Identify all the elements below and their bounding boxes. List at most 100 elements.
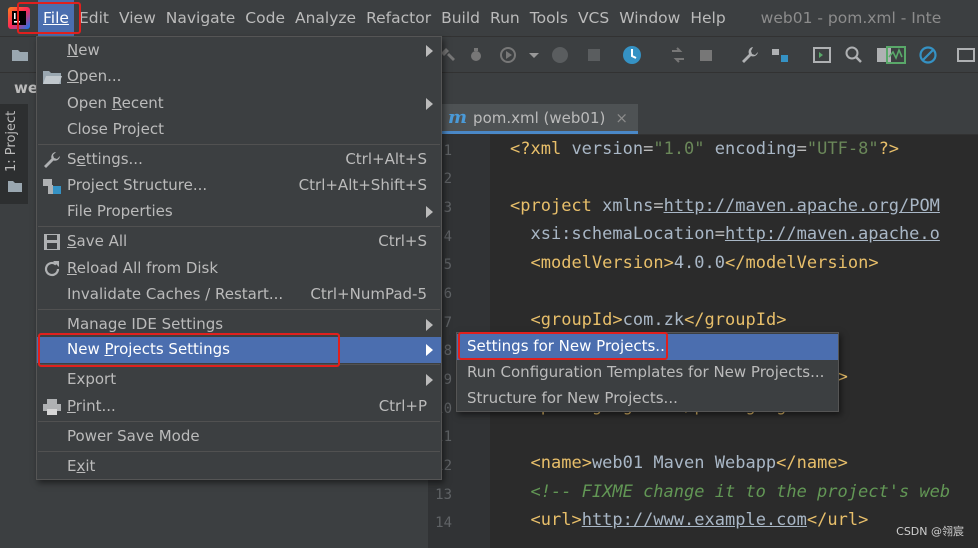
- statistic-icon[interactable]: [886, 45, 906, 65]
- menu-view[interactable]: View: [114, 0, 161, 36]
- submenu-arrow-icon: [426, 206, 433, 218]
- project-structure-icon: [43, 179, 61, 194]
- menu-item-label: New: [67, 41, 100, 59]
- close-icon[interactable]: ×: [615, 109, 628, 127]
- run-anything-icon[interactable]: [812, 45, 832, 65]
- menu-item-file-properties[interactable]: File Properties: [37, 199, 441, 225]
- search-icon[interactable]: [844, 45, 864, 65]
- menu-item-label: Invalidate Caches / Restart...: [67, 285, 284, 303]
- open-folder-icon[interactable]: [10, 45, 30, 65]
- submenu-item-structure-for-new-projects[interactable]: Structure for New Projects...: [457, 386, 838, 412]
- folder-icon: [43, 71, 62, 84]
- menu-item-shortcut: Ctrl+NumPad-5: [310, 285, 427, 303]
- menu-navigate[interactable]: Navigate: [161, 0, 241, 36]
- menu-item-label: Power Save Mode: [67, 427, 200, 445]
- menu-item-close-project[interactable]: Close Project: [37, 117, 441, 143]
- profile-icon[interactable]: [550, 45, 570, 65]
- maven-file-icon: m: [448, 107, 468, 128]
- menu-item-label: Exit: [67, 457, 96, 475]
- menu-item-power-save-mode[interactable]: Power Save Mode: [37, 424, 441, 450]
- tab-pom-xml[interactable]: m pom.xml (web01) ×: [438, 104, 638, 134]
- menu-item-export[interactable]: Export: [37, 367, 441, 393]
- wrench-icon: [44, 152, 60, 168]
- printer-icon: [43, 399, 61, 415]
- code-line: <!-- FIXME change it to the project's we…: [530, 482, 951, 502]
- menu-separator: [38, 309, 440, 310]
- code-line: xsi:schemaLocation=http://maven.apache.o: [510, 224, 940, 244]
- vcs-commit-icon[interactable]: [696, 45, 716, 65]
- menu-item-label: Save All: [67, 232, 128, 250]
- menu-separator: [38, 421, 440, 422]
- submenu-item-label: Run Configuration Templates for New Proj…: [467, 363, 825, 381]
- run-options-chevron-down-icon[interactable]: [524, 45, 544, 65]
- menu-item-label: Open...: [67, 67, 122, 85]
- line-number: 14: [435, 515, 452, 531]
- menu-item-invalidate-caches[interactable]: Invalidate Caches / Restart... Ctrl+NumP…: [37, 282, 441, 308]
- menu-item-project-structure[interactable]: Project Structure... Ctrl+Alt+Shift+S: [37, 173, 441, 199]
- menu-item-shortcut: Ctrl+Alt+S: [345, 150, 427, 168]
- debug-icon[interactable]: [466, 45, 486, 65]
- menu-build[interactable]: Build: [436, 0, 485, 36]
- update-running-app-icon[interactable]: [622, 45, 642, 65]
- menu-item-label: Project Structure...: [67, 176, 208, 194]
- menu-item-shortcut: Ctrl+P: [378, 397, 427, 415]
- menu-item-shortcut: Ctrl+Alt+Shift+S: [298, 176, 427, 194]
- line-number: 13: [435, 487, 452, 503]
- submenu-arrow-icon: [426, 45, 433, 57]
- code-line: <modelVersion>4.0.0</modelVersion>: [530, 253, 879, 273]
- submenu-item-label: Structure for New Projects...: [467, 389, 678, 407]
- wrench-settings-icon[interactable]: [740, 45, 760, 65]
- file-menu-dropdown: New Open... Open Recent Close Project Se…: [36, 36, 442, 480]
- menu-run[interactable]: Run: [485, 0, 525, 36]
- menu-item-label: Open Recent: [67, 94, 164, 112]
- reload-icon: [44, 261, 60, 277]
- menu-item-label: Export: [67, 370, 117, 388]
- submenu-arrow-icon: [426, 344, 433, 356]
- menu-separator: [38, 226, 440, 227]
- stop-icon[interactable]: [584, 45, 604, 65]
- menu-item-print[interactable]: Print... Ctrl+P: [37, 394, 441, 420]
- menu-item-exit[interactable]: Exit: [37, 454, 441, 480]
- watermark: CSDN @翎宸: [896, 525, 964, 538]
- menu-separator: [38, 144, 440, 145]
- menu-item-settings[interactable]: Settings... Ctrl+Alt+S: [37, 147, 441, 173]
- menu-item-shortcut: Ctrl+S: [378, 232, 427, 250]
- menu-item-label: Close Project: [67, 120, 164, 138]
- coverage-icon[interactable]: [498, 45, 518, 65]
- project-tool-window-label: 1: Project: [4, 110, 19, 172]
- menu-refactor[interactable]: Refactor: [361, 0, 436, 36]
- menu-analyze[interactable]: Analyze: [290, 0, 361, 36]
- annotation-highlight-file: [17, 2, 81, 34]
- menu-tools[interactable]: Tools: [525, 0, 573, 36]
- menu-bar: File Edit View Navigate Code Analyze Ref…: [0, 0, 978, 36]
- annotation-highlight-settings-for-new-projects: [458, 332, 668, 360]
- code-line: <project xmlns=http://maven.apache.org/P…: [510, 196, 940, 216]
- menu-help[interactable]: Help: [685, 0, 730, 36]
- window-title: web01 - pom.xml - Inte: [760, 9, 942, 27]
- tab-label: pom.xml (web01): [473, 108, 606, 127]
- submenu-item-run-configuration-templates[interactable]: Run Configuration Templates for New Proj…: [457, 360, 838, 386]
- menu-item-save-all[interactable]: Save All Ctrl+S: [37, 229, 441, 255]
- menu-item-open[interactable]: Open...: [37, 64, 441, 90]
- more-icon[interactable]: [956, 45, 976, 65]
- menu-item-reload-all[interactable]: Reload All from Disk: [37, 256, 441, 282]
- power-save-icon[interactable]: [918, 45, 938, 65]
- menu-item-label: File Properties: [67, 202, 173, 220]
- submenu-arrow-icon: [426, 319, 433, 331]
- menu-item-label: Reload All from Disk: [67, 259, 219, 277]
- menu-item-label: Settings...: [67, 150, 143, 168]
- submenu-arrow-icon: [426, 374, 433, 386]
- menu-window[interactable]: Window: [614, 0, 685, 36]
- code-line: <?xml version="1.0" encoding="UTF-8"?>: [510, 139, 900, 159]
- menu-code[interactable]: Code: [240, 0, 290, 36]
- menu-item-new[interactable]: New: [37, 38, 441, 64]
- vcs-update-icon[interactable]: [668, 45, 688, 65]
- project-structure-toolbar-icon[interactable]: [770, 45, 790, 65]
- save-icon: [44, 234, 60, 250]
- menu-item-open-recent[interactable]: Open Recent: [37, 91, 441, 117]
- menu-separator: [38, 451, 440, 452]
- menu-item-label: Print...: [67, 397, 116, 415]
- breadcrumb-project[interactable]: we: [14, 79, 38, 97]
- submenu-arrow-icon: [426, 98, 433, 110]
- menu-vcs[interactable]: VCS: [573, 0, 614, 36]
